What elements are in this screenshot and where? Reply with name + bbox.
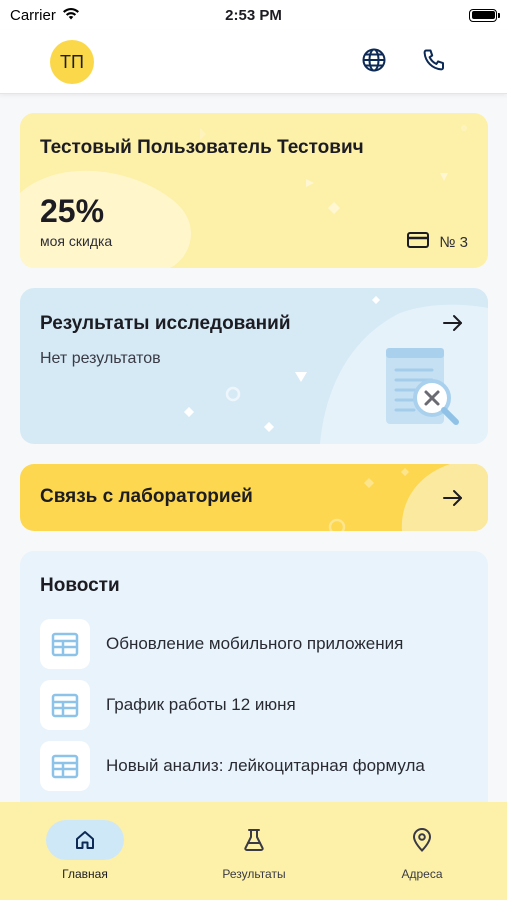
news-item-text: Новый анализ: лейкоцитарная формула: [106, 756, 425, 775]
globe-icon[interactable]: [360, 46, 388, 74]
tab-bar: Главная Результаты Адреса: [0, 802, 507, 900]
calendar-icon: [40, 741, 90, 791]
wifi-icon: [62, 7, 80, 24]
tab-results[interactable]: Результаты: [194, 820, 314, 881]
arrow-right-icon[interactable]: [442, 312, 464, 339]
map-pin-icon: [383, 820, 461, 860]
user-name: Тестовый Пользователь Тестович: [40, 137, 364, 158]
research-results-card[interactable]: Результаты исследований Нет результатов: [20, 288, 488, 444]
avatar[interactable]: ТП: [50, 40, 94, 84]
app-header: ТП: [0, 30, 507, 94]
calendar-icon: [40, 619, 90, 669]
card-number-group: № 3: [407, 232, 468, 253]
status-bar: Carrier 2:53 PM: [0, 0, 507, 30]
carrier-label: Carrier: [10, 6, 56, 24]
research-title: Результаты исследований: [40, 313, 291, 334]
news-item-text: Обновление мобильного приложения: [106, 634, 404, 653]
tab-home-label: Главная: [62, 867, 108, 881]
calendar-icon: [40, 680, 90, 730]
tab-addresses[interactable]: Адреса: [362, 820, 482, 881]
tab-results-label: Результаты: [222, 867, 286, 881]
news-title: Новости: [40, 575, 120, 596]
news-item[interactable]: Обновление мобильного приложения: [40, 619, 470, 669]
card-number: № 3: [439, 234, 468, 251]
document-search-icon: [384, 346, 468, 437]
status-left: Carrier: [10, 7, 80, 24]
home-icon: [46, 820, 124, 860]
contact-lab-title: Связь с лабораторией: [40, 486, 253, 507]
discount-label: моя скидка: [40, 233, 113, 249]
battery-icon: [469, 8, 500, 22]
contact-lab-card[interactable]: Связь с лабораторией: [20, 464, 488, 531]
news-item[interactable]: График работы 12 июня: [40, 680, 470, 730]
discount-card[interactable]: Тестовый Пользователь Тестович 25% моя с…: [20, 113, 488, 268]
discount-value: 25%: [40, 193, 105, 229]
research-subtitle: Нет результатов: [40, 350, 161, 367]
flask-icon: [215, 820, 293, 860]
tab-home[interactable]: Главная: [25, 820, 145, 881]
phone-icon[interactable]: [420, 46, 448, 74]
arrow-right-icon[interactable]: [442, 487, 464, 514]
news-item[interactable]: Новый анализ: лейкоцитарная формула: [40, 741, 470, 791]
tab-addresses-label: Адреса: [401, 867, 443, 881]
news-item-text: График работы 12 июня: [106, 695, 296, 714]
credit-card-icon: [407, 232, 430, 253]
